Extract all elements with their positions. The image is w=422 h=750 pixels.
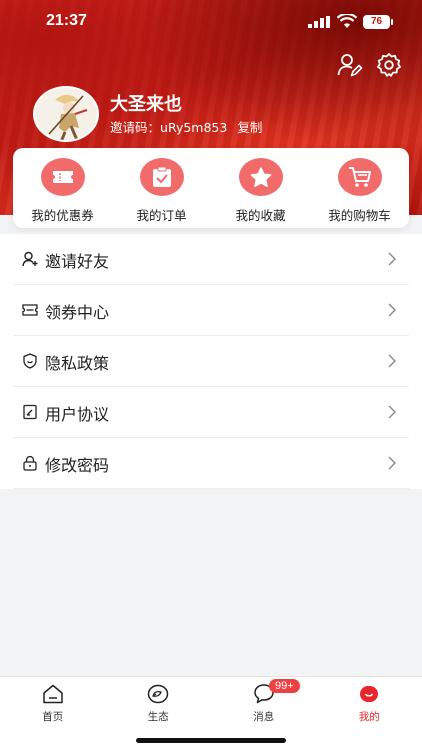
menu-item-change-password[interactable]: 修改密码 (13, 438, 409, 489)
menu-item-label: 隐私政策 (45, 354, 110, 373)
cart-icon (337, 158, 382, 196)
wifi-icon (337, 14, 357, 28)
settings-gear-icon[interactable] (376, 52, 402, 78)
profile-icon (360, 686, 379, 702)
quick-action-label: 我的购物车 (328, 208, 391, 223)
star-icon (238, 158, 283, 196)
quick-actions-card: 我的优惠券 我的订单 我的收藏 我的购物车 (13, 148, 409, 228)
invite-code-row: 邀请码：uRy5m853 复制 (110, 117, 262, 136)
menu-item-user-agreement[interactable]: 用户协议 (13, 387, 409, 438)
menu-item-label: 用户协议 (45, 405, 110, 424)
avatar[interactable] (33, 86, 99, 142)
quick-action-label: 我的优惠券 (31, 208, 94, 223)
signal-icon (308, 16, 330, 28)
menu-item-coupon-center[interactable]: 领券中心 (13, 285, 409, 336)
invite-code-text: 邀请码：uRy5m853 (110, 117, 227, 136)
unread-badge: 99+ (269, 679, 300, 693)
coupon-icon (40, 158, 85, 196)
chevron-right-icon (388, 354, 396, 368)
document-icon (23, 404, 37, 420)
tab-profile[interactable]: 我的 (317, 677, 422, 750)
lock-icon (23, 455, 37, 471)
chevron-right-icon (388, 303, 396, 317)
menu-item-label: 修改密码 (45, 456, 110, 475)
menu-item-label: 领券中心 (45, 303, 110, 322)
my-coupons-button[interactable]: 我的优惠券 (13, 148, 112, 228)
quick-action-label: 我的订单 (136, 208, 187, 223)
quick-action-label: 我的收藏 (235, 208, 286, 223)
tab-label: 生态 (147, 711, 169, 723)
tab-home[interactable]: 首页 (0, 677, 106, 750)
eco-icon (148, 684, 169, 704)
add-user-icon (22, 251, 38, 267)
username: 大圣来也 (110, 94, 182, 115)
menu-item-privacy-policy[interactable]: 隐私政策 (13, 336, 409, 387)
copy-invite-code-button[interactable]: 复制 (237, 117, 262, 136)
chevron-right-icon (388, 252, 396, 266)
status-bar: 21:37 76 (0, 0, 422, 44)
invite-code-value: uRy5m853 (160, 120, 228, 135)
menu-item-invite-friends[interactable]: 邀请好友 (13, 234, 409, 285)
my-favorites-button[interactable]: 我的收藏 (211, 148, 310, 228)
tab-label: 消息 (253, 711, 275, 723)
invite-code-label: 邀请码： (110, 120, 161, 135)
status-time: 21:37 (46, 12, 87, 29)
battery-icon: 76 (363, 15, 393, 29)
tab-label: 首页 (42, 711, 64, 723)
chevron-right-icon (388, 456, 396, 470)
my-cart-button[interactable]: 我的购物车 (310, 148, 409, 228)
home-indicator (136, 738, 286, 743)
chevron-right-icon (388, 405, 396, 419)
ticket-icon (22, 304, 38, 316)
settings-menu-list: 邀请好友 领券中心 隐私政策 用户协议 修改密码 (0, 234, 422, 489)
order-clipboard-icon (139, 158, 184, 196)
home-icon (43, 684, 63, 704)
shield-icon (23, 353, 37, 369)
edit-profile-icon[interactable] (337, 52, 363, 78)
menu-item-label: 邀请好友 (45, 252, 110, 271)
tab-label: 我的 (358, 711, 380, 723)
my-orders-button[interactable]: 我的订单 (112, 148, 211, 228)
